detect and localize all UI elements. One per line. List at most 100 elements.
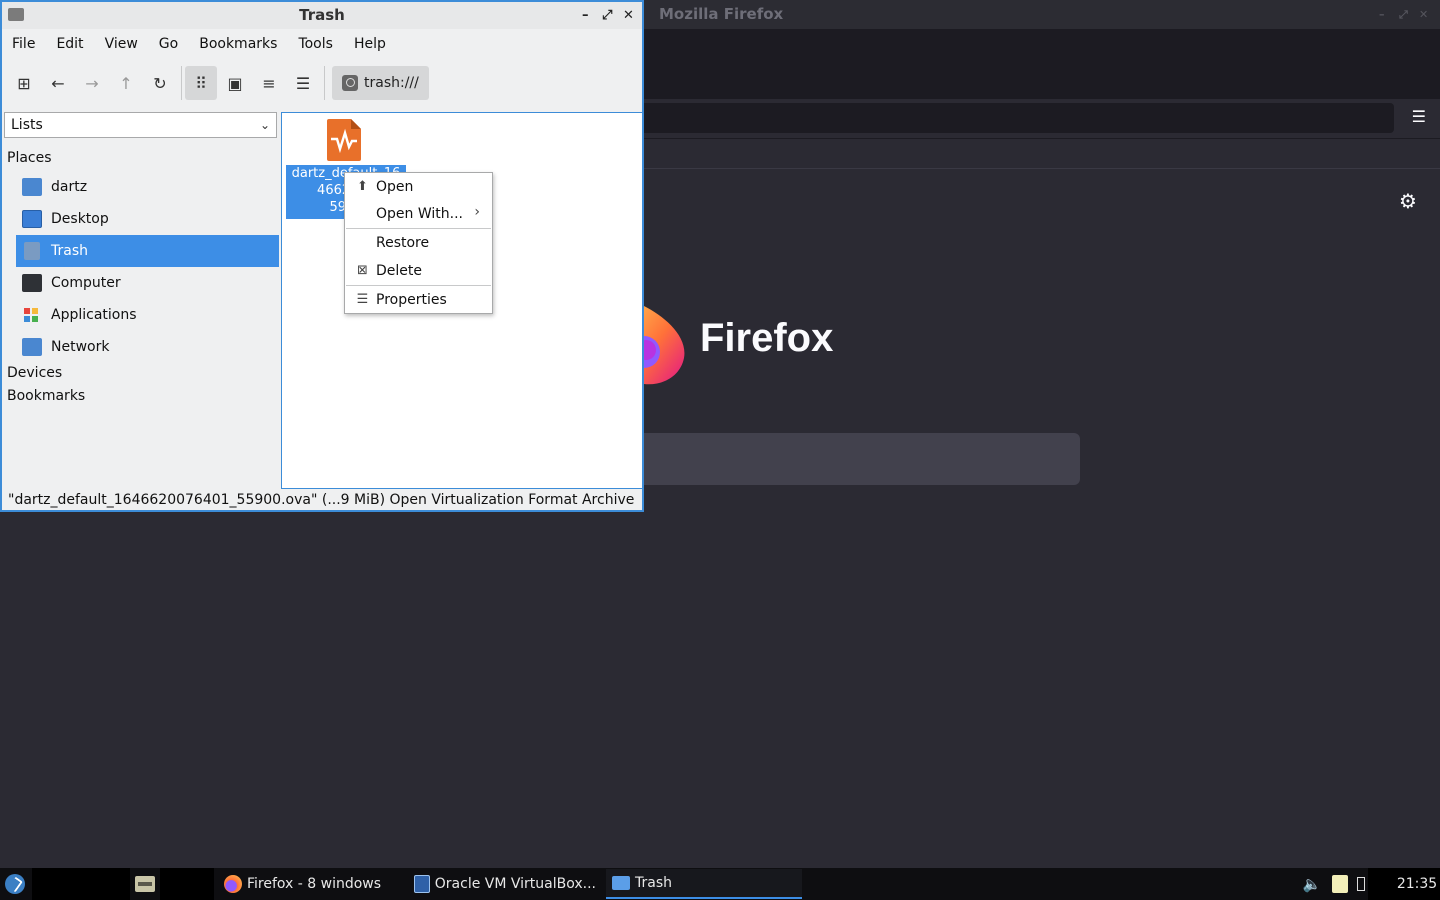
forward-arrow-icon[interactable]: →	[76, 66, 108, 100]
menu-separator	[346, 228, 491, 229]
firefox-bookmarks-bar	[644, 139, 1440, 169]
context-menu-open-with[interactable]: Open With... ›	[345, 201, 492, 227]
gear-icon[interactable]: ⚙	[1399, 189, 1417, 213]
sidebar-mode-select[interactable]: Lists ⌄	[4, 112, 277, 138]
menu-tools[interactable]: Tools	[296, 36, 343, 52]
sidebar-item-label: dartz	[51, 179, 88, 195]
sidebar-item-label: Trash	[51, 243, 88, 259]
task-label: Firefox - 8 windows	[247, 876, 382, 892]
toolbar-separator	[181, 66, 182, 100]
firefox-maximize-icon[interactable]: ⤢	[1399, 0, 1408, 29]
reload-icon[interactable]: ↻	[144, 66, 176, 100]
hamburger-icon[interactable]: ☰	[1412, 109, 1426, 125]
sidebar-item-computer[interactable]: Computer	[16, 267, 279, 299]
back-arrow-icon[interactable]: ←	[42, 66, 74, 100]
icon-view-icon[interactable]: ⠿	[185, 66, 217, 100]
location-button[interactable]: trash:///	[332, 66, 429, 100]
compact-view-icon[interactable]: ≡	[253, 66, 285, 100]
sidebar-item-label: Network	[51, 339, 110, 355]
sidebar-item-label: Applications	[51, 307, 137, 323]
menu-go[interactable]: Go	[157, 36, 188, 52]
delete-icon: ⊠	[357, 263, 368, 278]
firefox-minimize-icon[interactable]: –	[1379, 0, 1385, 29]
network-icon	[22, 338, 42, 356]
firefox-search-box[interactable]: ss	[644, 433, 1080, 485]
status-bar: "dartz_default_1646620076401_55900.ova" …	[8, 492, 635, 508]
context-menu-delete[interactable]: ⊠ Delete	[345, 258, 492, 284]
places-header[interactable]: Places	[7, 150, 52, 166]
tray-spacer	[1368, 868, 1394, 900]
start-menu-button[interactable]	[0, 868, 30, 900]
context-menu-properties[interactable]: ☰ Properties	[345, 287, 492, 313]
location-text: trash:///	[364, 75, 419, 91]
task-trash[interactable]: Trash	[606, 869, 802, 899]
firefox-window-title: Mozilla Firefox	[659, 5, 784, 23]
sidebar-mode-value: Lists	[11, 117, 43, 133]
sidebar-item-dartz[interactable]: dartz	[16, 171, 279, 203]
task-virtualbox[interactable]: Oracle VM VirtualBox...	[408, 869, 602, 899]
drive-icon	[342, 75, 358, 91]
file-manager-titlebar[interactable]: Trash – ⤢ ✕	[2, 2, 642, 29]
computer-icon	[22, 274, 42, 292]
menu-view[interactable]: View	[103, 36, 148, 52]
bookmarks-header[interactable]: Bookmarks	[7, 388, 85, 404]
menu-item-label: Delete	[376, 263, 422, 279]
chevron-right-icon: ›	[474, 204, 480, 220]
menu-bar: File Edit View Go Bookmarks Tools Help	[2, 29, 642, 59]
sidebar-item-network[interactable]: Network	[16, 331, 279, 363]
file-manager-window[interactable]: Trash – ⤢ ✕ File Edit View Go Bookmarks …	[0, 0, 644, 512]
menu-separator	[346, 285, 491, 286]
maximize-icon[interactable]: ⤢	[602, 2, 612, 29]
detailed-list-view-icon[interactable]: ☰	[287, 66, 319, 100]
sidebar-item-desktop[interactable]: Desktop	[16, 203, 279, 235]
lubuntu-logo-icon	[5, 874, 25, 894]
trash-icon	[24, 242, 40, 260]
home-folder-icon	[22, 178, 42, 196]
desktop-icon	[22, 210, 42, 228]
firefox-close-icon[interactable]: ✕	[1419, 0, 1428, 29]
firefox-url-bar[interactable]	[644, 103, 1394, 133]
clipboard-icon[interactable]	[1326, 868, 1354, 900]
menu-item-label: Restore	[376, 235, 430, 251]
up-arrow-icon[interactable]: ↑	[110, 66, 142, 100]
task-firefox[interactable]: Firefox - 8 windows	[218, 869, 404, 899]
quick-launch-empty	[160, 868, 214, 900]
clock[interactable]: 21:35	[1394, 868, 1440, 900]
context-menu-open[interactable]: ⬆ Open	[345, 174, 492, 200]
firefox-window[interactable]: Mozilla Firefox – ⤢ ✕ ☰ ⚙ Firefox ss	[624, 0, 1440, 868]
system-tray: 🔈 21:35	[1298, 868, 1440, 900]
new-tab-icon[interactable]: ⊞	[8, 66, 40, 100]
menu-item-label: Open With...	[376, 206, 463, 222]
virtual-appliance-file-icon[interactable]	[327, 119, 361, 161]
task-label: Oracle VM VirtualBox...	[434, 876, 596, 892]
menu-edit[interactable]: Edit	[54, 36, 93, 52]
minimize-icon[interactable]: –	[582, 2, 589, 29]
firefox-icon	[224, 875, 242, 893]
battery-icon[interactable]	[1354, 868, 1368, 900]
window-title: Trash	[299, 6, 345, 24]
firefox-nav-bar: ☰	[644, 99, 1440, 139]
open-upload-icon: ⬆	[357, 179, 368, 194]
workspace-switcher[interactable]	[32, 868, 130, 900]
firefox-tab-bar	[644, 29, 1440, 99]
devices-header[interactable]: Devices	[7, 365, 62, 381]
close-icon[interactable]: ✕	[623, 2, 634, 29]
context-menu-restore[interactable]: Restore	[345, 230, 492, 256]
toolbar: ⊞ ← → ↑ ↻ ⠿ ▣ ≡ ☰ trash:///	[2, 59, 642, 107]
quick-launch-file-manager[interactable]	[132, 868, 158, 900]
firefox-titlebar[interactable]: Mozilla Firefox – ⤢ ✕	[644, 0, 1440, 29]
properties-icon: ☰	[356, 292, 369, 307]
menu-file[interactable]: File	[10, 36, 45, 52]
sidebar-item-applications[interactable]: Applications	[16, 299, 279, 331]
menu-help[interactable]: Help	[352, 36, 396, 52]
file-manager-icon	[135, 876, 155, 892]
toolbar-separator	[324, 66, 325, 100]
menu-bookmarks[interactable]: Bookmarks	[197, 36, 287, 52]
volume-icon[interactable]: 🔈	[1298, 868, 1326, 900]
sidebar-item-label: Desktop	[51, 211, 109, 227]
virtualbox-icon	[414, 875, 430, 893]
sidebar-item-trash[interactable]: Trash	[16, 235, 279, 267]
thumbnail-view-icon[interactable]: ▣	[219, 66, 251, 100]
menu-item-label: Open	[376, 179, 414, 195]
folder-icon	[8, 8, 24, 21]
